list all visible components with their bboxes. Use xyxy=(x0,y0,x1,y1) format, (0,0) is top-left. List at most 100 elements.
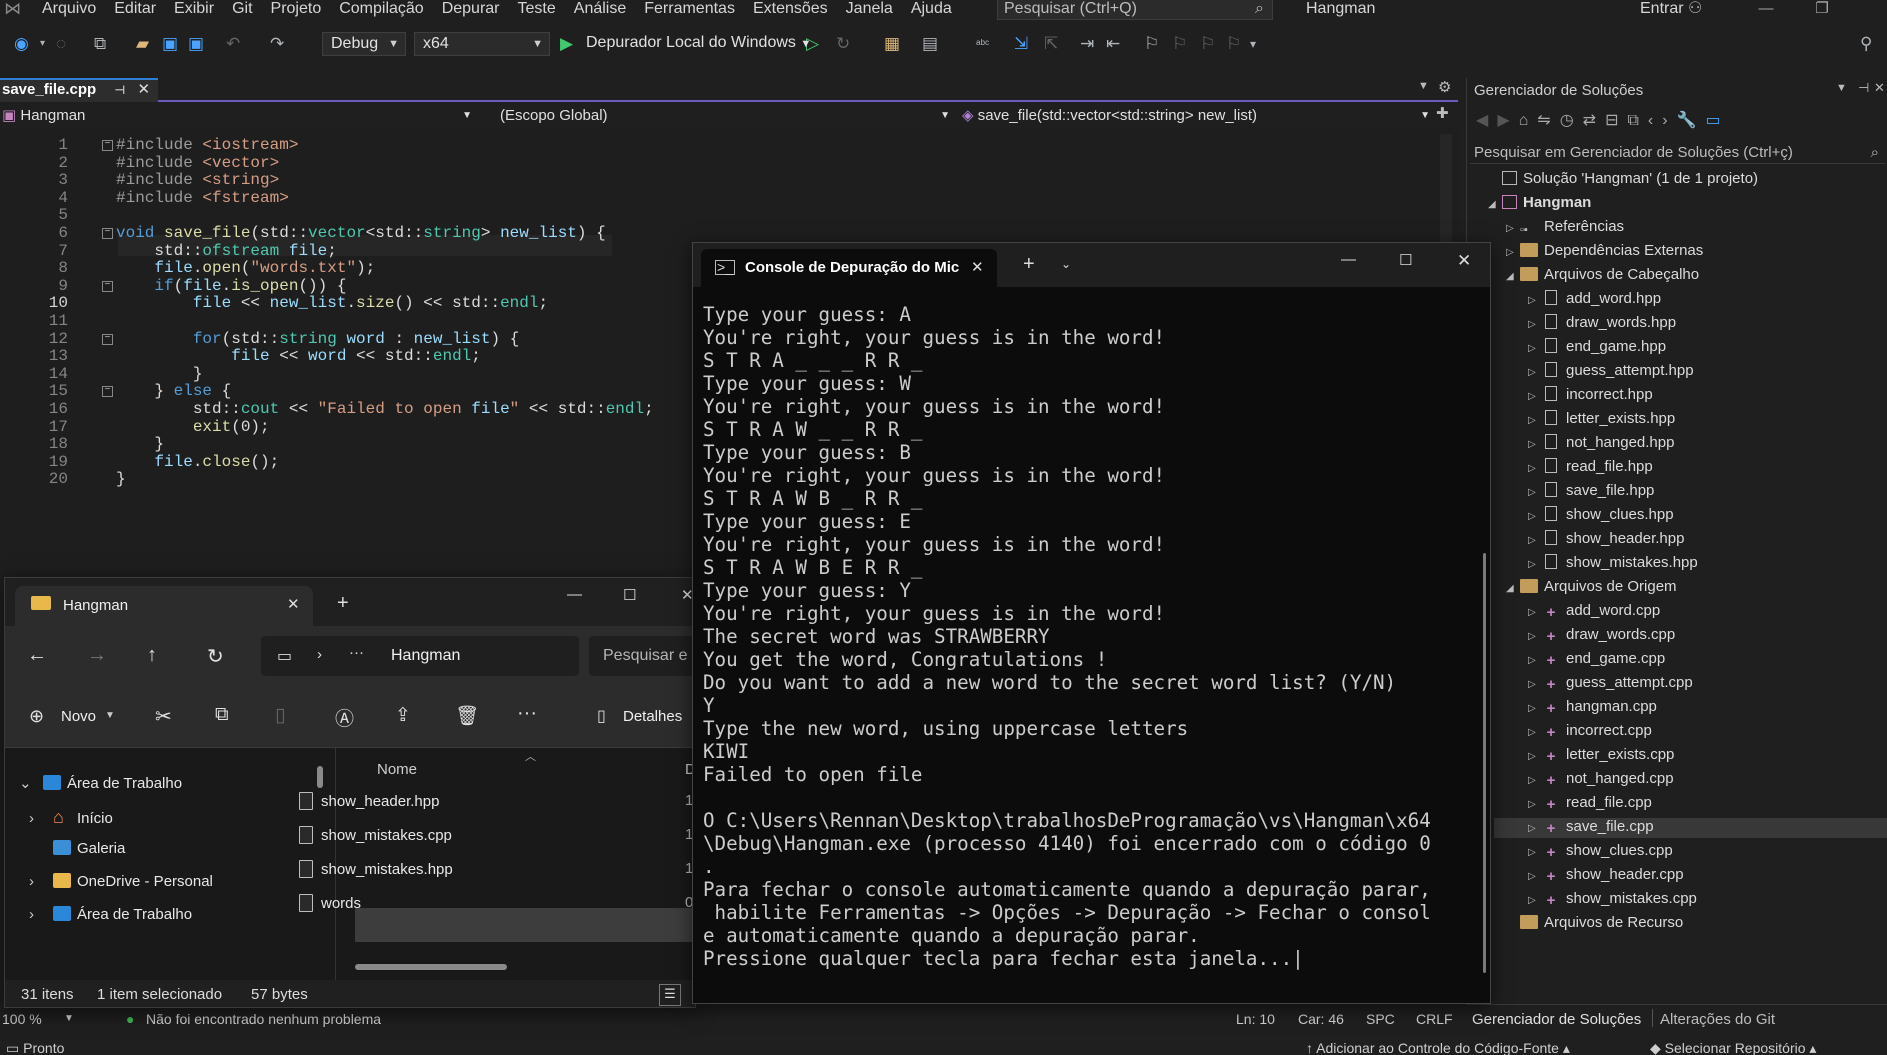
tree-source-file[interactable]: ▷ + letter_exists.cpp xyxy=(1528,745,1674,767)
split-icon[interactable]: ✚ xyxy=(1436,104,1449,122)
minimize-icon[interactable]: — xyxy=(1756,0,1776,18)
expand-toggle-icon[interactable]: ▷ xyxy=(1528,339,1542,359)
tree-source-file[interactable]: ▷ + incorrect.cpp xyxy=(1528,721,1652,743)
expand-toggle-icon[interactable]: ▷ xyxy=(1506,243,1520,263)
add-source-control-button[interactable]: ↑ Adicionar ao Controle do Código-Fonte … xyxy=(1306,1040,1570,1055)
fold-toggle-icon[interactable]: − xyxy=(102,280,113,292)
menu-item[interactable]: Editar xyxy=(114,0,166,18)
menu-item[interactable]: Depurar xyxy=(442,0,510,18)
tree-header-file[interactable]: ▷ draw_words.hpp xyxy=(1528,313,1676,335)
show-all-icon[interactable]: ⧉ xyxy=(1627,112,1647,129)
more-icon[interactable]: ··· xyxy=(349,644,364,661)
chevron-down-icon[interactable]: ⌄ xyxy=(1061,257,1071,271)
tree-header-file[interactable]: ▷ letter_exists.hpp xyxy=(1528,409,1675,431)
config-select[interactable]: Debug ▼ xyxy=(322,32,406,56)
collapse-all-icon[interactable]: ⊟ xyxy=(1605,112,1627,129)
forward-nav-icon[interactable]: ◌ xyxy=(56,34,66,54)
tree-header-file[interactable]: ▷ show_clues.hpp xyxy=(1528,505,1674,527)
tree-external-deps[interactable]: ▷ Dependências Externas xyxy=(1506,241,1703,263)
expand-toggle-icon[interactable]: › xyxy=(29,873,53,890)
menu-item[interactable]: Arquivo xyxy=(42,0,106,18)
expand-toggle-icon[interactable]: ▷ xyxy=(1528,771,1542,791)
step-icon[interactable]: ⇲ xyxy=(1014,34,1028,54)
file-row[interactable]: words xyxy=(299,894,361,912)
indent-icon[interactable]: ⇥ xyxy=(1080,34,1094,54)
nav-item[interactable]: Galeria xyxy=(29,840,125,857)
expand-toggle-icon[interactable]: ▷ xyxy=(1528,387,1542,407)
tree-source-file[interactable]: ▷ + show_header.cpp xyxy=(1528,865,1684,887)
next-bookmark-icon[interactable]: ⚐ xyxy=(1200,34,1215,54)
tab-git-changes[interactable]: Alterações do Git xyxy=(1660,1011,1775,1028)
expand-toggle-icon[interactable]: ◢ xyxy=(1488,195,1502,215)
chevron-down-icon[interactable]: ▼ xyxy=(105,710,115,721)
tree-header-file[interactable]: ▷ show_header.hpp xyxy=(1528,529,1684,551)
expand-toggle-icon[interactable]: ▷ xyxy=(1528,675,1542,695)
menu-item[interactable]: Janela xyxy=(846,0,903,18)
pin-icon[interactable]: ⊣ xyxy=(114,83,125,97)
layout-icon[interactable]: ▤ xyxy=(922,34,938,54)
switch-views-icon[interactable]: ⇋ xyxy=(1537,112,1559,129)
undo-icon[interactable]: ↶ xyxy=(226,34,240,54)
member-select[interactable]: ◈ save_file(std::vector<std::string> new… xyxy=(962,104,1430,128)
run-target-button[interactable]: Depurador Local do Windows ▼ xyxy=(586,33,811,54)
fold-toggle-icon[interactable]: − xyxy=(102,228,113,239)
file-row[interactable]: show_mistakes.cpp xyxy=(299,826,452,844)
expand-toggle-icon[interactable]: ▷ xyxy=(1528,747,1542,767)
redo-icon[interactable]: ↷ xyxy=(270,34,284,54)
close-icon[interactable]: ✕ xyxy=(287,595,300,613)
tree-source-file[interactable]: ▷ + draw_words.cpp xyxy=(1528,625,1675,647)
chevron-down-icon[interactable]: ▾ xyxy=(40,34,45,54)
solution-search-input[interactable]: Pesquisar em Gerenciador de Soluções (Ct… xyxy=(1470,142,1885,164)
column-header-name[interactable]: Nome xyxy=(377,761,417,778)
tree-header-file[interactable]: ▷ incorrect.hpp xyxy=(1528,385,1653,407)
login-button[interactable]: Entrar ⚇ xyxy=(1640,0,1702,18)
refresh-icon[interactable]: ↻ xyxy=(207,644,224,669)
browse-icon[interactable]: ▦ xyxy=(884,34,900,54)
tree-header-file[interactable]: ▷ add_word.hpp xyxy=(1528,289,1661,311)
paste-icon[interactable]: ▯ xyxy=(275,704,285,727)
tree-source-file[interactable]: ▷ + read_file.cpp xyxy=(1528,793,1652,815)
fold-toggle-icon[interactable]: − xyxy=(102,386,113,398)
platform-select[interactable]: x64 ▼ xyxy=(414,32,550,56)
menu-item[interactable]: Ferramentas xyxy=(644,0,745,18)
delete-icon[interactable]: 🗑 xyxy=(455,704,479,728)
home-icon[interactable]: ⌂ xyxy=(1519,112,1538,129)
horizontal-scrollbar[interactable] xyxy=(355,964,507,970)
project-select[interactable]: ▣ Hangman ▼ xyxy=(2,104,472,128)
start-debug-icon[interactable]: ▶ xyxy=(560,34,573,54)
expand-toggle-icon[interactable]: ▷ xyxy=(1528,363,1542,383)
expand-toggle-icon[interactable]: ▷ xyxy=(1528,699,1542,719)
menu-item[interactable]: Análise xyxy=(574,0,636,18)
tree-project[interactable]: ◢ Hangman xyxy=(1488,193,1591,215)
maximize-icon[interactable]: ☐ xyxy=(623,586,636,604)
breadcrumb[interactable]: ▭ › ··· Hangman xyxy=(261,636,579,676)
menu-item[interactable]: Exibir xyxy=(174,0,224,18)
expand-toggle-icon[interactable]: ▷ xyxy=(1528,723,1542,743)
properties-icon[interactable]: 🔧 xyxy=(1677,112,1706,129)
tab-save-file-cpp[interactable]: save_file.cpp ⊣ ✕ xyxy=(0,78,159,102)
tree-source-file[interactable]: ▷ + add_word.cpp xyxy=(1528,601,1660,623)
chevron-down-icon[interactable]: ▼ xyxy=(1836,82,1847,94)
tree-source-file[interactable]: ▷ + hangman.cpp xyxy=(1528,697,1657,719)
history-icon[interactable]: ◷ xyxy=(1560,112,1583,129)
nav-item[interactable]: › Área de Trabalho xyxy=(29,906,192,923)
expand-toggle-icon[interactable]: ▷ xyxy=(1528,507,1542,527)
back-nav-icon[interactable]: ◉ xyxy=(14,34,29,54)
step-out-icon[interactable]: ⇱ xyxy=(1044,34,1058,54)
tree-source-file[interactable]: ▷ + save_file.cpp xyxy=(1528,817,1654,839)
pin-icon[interactable]: ⊣ xyxy=(1858,80,1869,96)
expand-toggle-icon[interactable]: ▷ xyxy=(1528,435,1542,455)
expand-toggle-icon[interactable]: ▷ xyxy=(1528,459,1542,479)
tree-references[interactable]: ▷ ▫▪ Referências xyxy=(1506,217,1624,239)
bookmark-icon[interactable]: ⚐ xyxy=(1144,34,1159,54)
expand-toggle-icon[interactable]: ▷ xyxy=(1528,627,1542,647)
expand-toggle-icon[interactable]: ▷ xyxy=(1528,603,1542,623)
console-scrollbar[interactable] xyxy=(1483,553,1486,973)
expand-toggle-icon[interactable]: ▷ xyxy=(1528,891,1542,911)
breadcrumb-current[interactable]: Hangman xyxy=(391,647,460,665)
close-window-icon[interactable]: ✕ xyxy=(1457,251,1471,271)
expand-toggle-icon[interactable]: › xyxy=(29,906,53,923)
share-icon[interactable]: ⇪ xyxy=(395,704,411,727)
preview-icon[interactable]: ▭ xyxy=(1706,112,1730,129)
new-project-icon[interactable]: ⧉ xyxy=(94,34,106,54)
